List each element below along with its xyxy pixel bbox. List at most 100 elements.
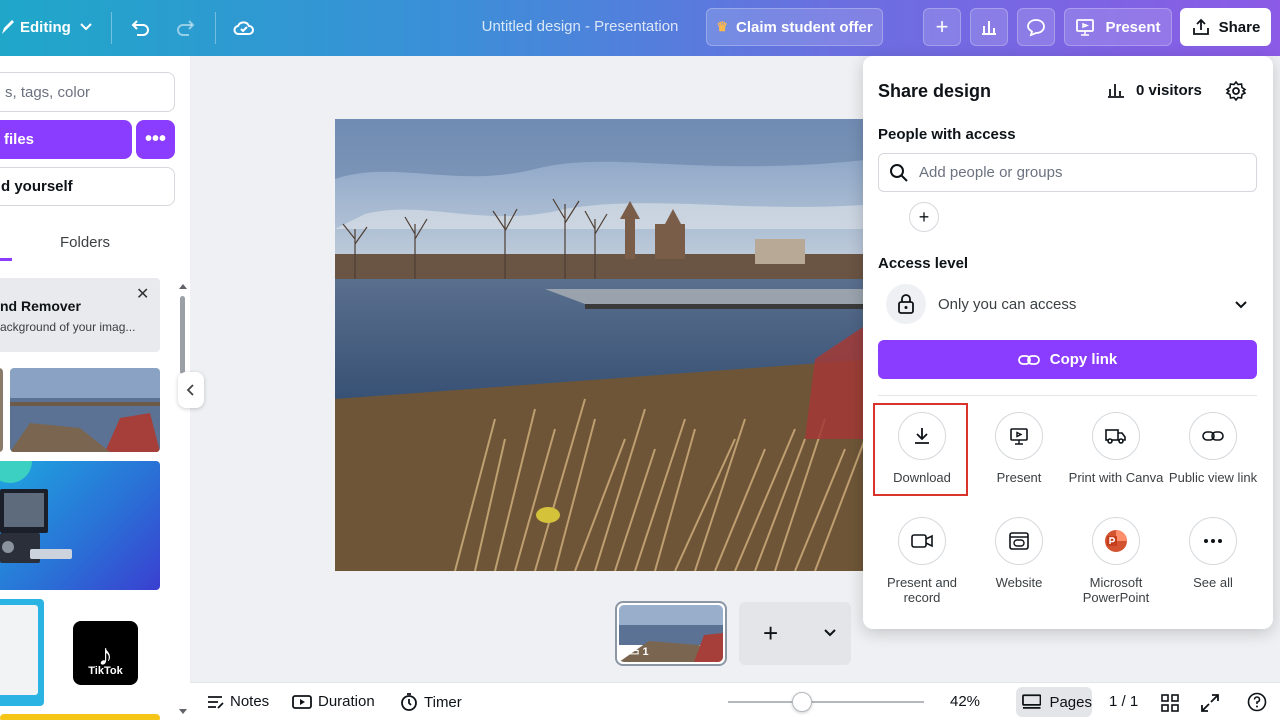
truck-icon: [1092, 412, 1140, 460]
chevron-down-icon: [1235, 301, 1247, 309]
pages-button[interactable]: Pages: [1016, 687, 1092, 717]
see-all-option[interactable]: See all: [1165, 517, 1261, 590]
search-icon: [890, 163, 908, 182]
pencil-icon: [2, 20, 14, 34]
active-tab-indicator: [0, 258, 12, 261]
record-yourself-button[interactable]: d yourself: [0, 167, 175, 206]
access-level-dropdown[interactable]: Only you can access: [878, 282, 1257, 326]
access-level-value: Only you can access: [938, 295, 1077, 313]
editing-mode-button[interactable]: Editing: [0, 18, 93, 36]
zoom-slider-track[interactable]: [728, 701, 924, 703]
chevron-down-icon: [80, 23, 92, 31]
lock-icon: [886, 284, 926, 324]
tiktok-logo-thumb[interactable]: ♪ TikTok: [73, 621, 138, 685]
print-with-canva-option[interactable]: Print with Canva: [1068, 412, 1164, 485]
share-design-panel: Share design 0 visitors People with acce…: [863, 56, 1273, 629]
comment-icon: [1027, 19, 1045, 37]
cloud-saved-icon[interactable]: [232, 16, 256, 40]
uploaded-image-thumb[interactable]: [0, 599, 44, 706]
pages-label: Pages: [1049, 693, 1092, 711]
close-icon[interactable]: ✕: [136, 284, 149, 304]
grid-view-icon[interactable]: [1161, 694, 1179, 712]
landscape-photo: [335, 119, 875, 571]
copy-link-button[interactable]: Copy link: [878, 340, 1257, 379]
zoom-level[interactable]: 42%: [950, 693, 980, 710]
access-level-label: Access level: [878, 255, 969, 272]
present-option[interactable]: Present: [971, 412, 1067, 485]
record-label: d yourself: [1, 178, 73, 195]
notes-icon: ▭: [629, 646, 640, 658]
duration-button[interactable]: Duration: [292, 693, 375, 710]
chevron-down-icon[interactable]: [823, 628, 837, 638]
download-highlight-box: [873, 403, 968, 496]
website-icon: [995, 517, 1043, 565]
notes-label: Notes: [230, 693, 270, 710]
tab-folders[interactable]: Folders: [60, 234, 110, 251]
page-number: ▭ 1: [629, 645, 649, 658]
upload-files-label: files: [4, 131, 35, 148]
scrollbar-thumb[interactable]: [180, 296, 185, 374]
share-button[interactable]: Share: [1180, 8, 1271, 46]
uploaded-image-thumb[interactable]: [10, 368, 160, 452]
chevron-left-icon: [186, 384, 194, 396]
uploaded-image-thumb[interactable]: [0, 461, 160, 590]
present-label: Present: [1105, 18, 1161, 36]
public-view-link-option[interactable]: Public view link: [1165, 412, 1261, 485]
print-label: Print with Canva: [1068, 470, 1164, 485]
claim-student-offer-button[interactable]: ♛ Claim student offer: [706, 8, 883, 46]
website-option[interactable]: Website: [971, 517, 1067, 590]
link-icon: [1189, 412, 1237, 460]
present-label: Present: [996, 470, 1042, 485]
comments-button[interactable]: [1017, 8, 1055, 46]
present-button[interactable]: Present: [1064, 8, 1172, 46]
link-icon: [1017, 354, 1040, 365]
promo-title: nd Remover: [0, 298, 81, 314]
claim-label: Claim student offer: [735, 18, 873, 36]
document-title[interactable]: Untitled design - Presentation: [460, 18, 700, 35]
more-options-button[interactable]: •••: [136, 120, 175, 159]
website-label: Website: [995, 575, 1043, 590]
present-and-record-option[interactable]: Present and record: [874, 517, 970, 605]
add-page-area: +: [739, 602, 851, 665]
add-people-input[interactable]: Add people or groups: [878, 153, 1257, 192]
timer-label: Timer: [424, 693, 462, 711]
background-remover-promo[interactable]: nd Remover ackground of your imag... ✕: [0, 278, 160, 352]
page-counter: 1 / 1: [1109, 693, 1139, 710]
plus-icon[interactable]: +: [763, 618, 778, 649]
help-icon[interactable]: [1247, 692, 1267, 712]
toolbar-divider: [111, 12, 112, 44]
pages-icon: [1022, 694, 1042, 709]
bottom-bar: Notes Duration Timer 42% Pages 1 / 1: [190, 682, 1280, 720]
add-person-button[interactable]: +: [909, 202, 939, 232]
scroll-down-icon[interactable]: [178, 708, 188, 716]
visitors-count: 0 visitors: [1136, 81, 1202, 99]
public-view-link-label: Public view link: [1168, 470, 1258, 485]
microsoft-powerpoint-option[interactable]: Microsoft PowerPoint: [1068, 517, 1164, 605]
visitors-button[interactable]: 0 visitors: [1106, 81, 1202, 99]
uploaded-image-thumb[interactable]: [0, 714, 160, 720]
page-thumbnail[interactable]: ▭ 1: [615, 601, 727, 666]
notes-button[interactable]: Notes: [206, 693, 269, 710]
bar-chart-icon: [1108, 84, 1124, 98]
redo-icon[interactable]: [175, 17, 197, 39]
collapse-panel-button[interactable]: [178, 372, 204, 408]
gear-icon[interactable]: [1225, 80, 1247, 102]
video-icon: [898, 517, 946, 565]
search-input[interactable]: s, tags, color: [0, 72, 175, 112]
undo-icon[interactable]: [129, 17, 151, 39]
zoom-slider-handle[interactable]: [792, 692, 812, 712]
fullscreen-icon[interactable]: [1201, 694, 1219, 712]
insights-button[interactable]: [970, 8, 1008, 46]
duration-label: Duration: [318, 693, 375, 710]
share-panel-title: Share design: [878, 81, 992, 101]
scroll-up-icon[interactable]: [178, 282, 188, 290]
promo-subtitle: ackground of your imag...: [0, 320, 136, 334]
see-all-label: See all: [1193, 575, 1233, 590]
design-canvas[interactable]: [335, 119, 875, 571]
present-and-record-label: Present and record: [886, 575, 958, 605]
crown-icon: ♛: [716, 19, 728, 34]
add-collaborator-button[interactable]: +: [923, 8, 961, 46]
upload-files-button[interactable]: files: [0, 120, 132, 159]
uploaded-image-thumb[interactable]: [0, 368, 3, 452]
timer-button[interactable]: Timer: [400, 693, 462, 711]
